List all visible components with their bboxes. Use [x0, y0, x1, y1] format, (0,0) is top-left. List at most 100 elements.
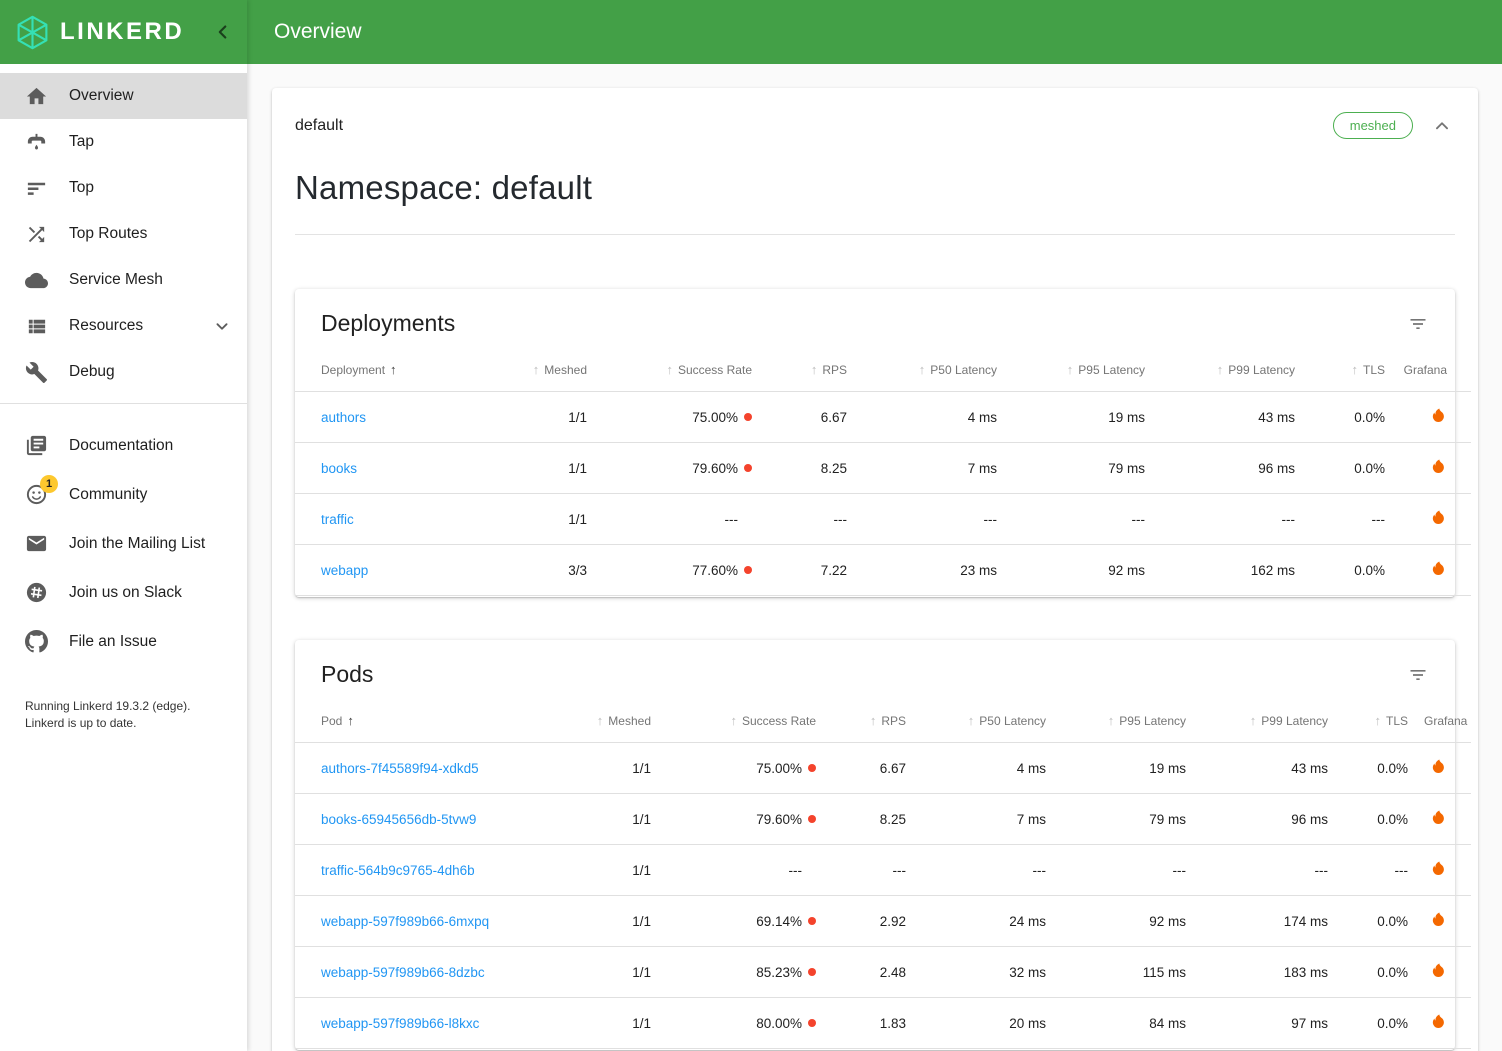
pod-link[interactable]: books-65945656db-5tvw9 — [321, 812, 476, 827]
sidebar-collapse-button[interactable] — [209, 18, 237, 46]
table-row: books-65945656db-5tvw9 1/1 79.60% 8.25 7… — [295, 794, 1471, 845]
tls-cell: 0.0% — [1303, 392, 1393, 443]
pod-link[interactable]: webapp-597f989b66-8dzbc — [321, 965, 485, 980]
meshed-cell: 1/1 — [487, 392, 595, 443]
sidebar-item-documentation[interactable]: Documentation — [0, 421, 247, 470]
deployments-filter-button[interactable] — [1405, 311, 1431, 337]
meshed-cell: 1/1 — [553, 947, 659, 998]
grafana-icon[interactable] — [1430, 560, 1447, 577]
grafana-icon[interactable] — [1430, 758, 1447, 775]
pod-link[interactable]: traffic-564b9c9765-4dh6b — [321, 863, 475, 878]
pod-link[interactable]: webapp-597f989b66-6mxpq — [321, 914, 489, 929]
alert-dot — [744, 464, 752, 472]
sidebar-header: LINKERD — [0, 0, 247, 64]
p50-cell: --- — [914, 845, 1054, 896]
slack-icon — [25, 581, 48, 604]
column-header-p50[interactable]: ↑P50 Latency — [914, 705, 1054, 743]
sidebar-item-mailing-list[interactable]: Join the Mailing List — [0, 519, 247, 568]
sort-arrow-icon: ↑ — [1108, 713, 1115, 728]
table-row: traffic 1/1 --- --- --- --- --- --- — [295, 494, 1471, 545]
sidebar-item-top-routes[interactable]: Top Routes — [0, 211, 247, 257]
sidebar-divider — [0, 403, 247, 404]
p99-cell: 174 ms — [1194, 896, 1336, 947]
column-header-tls[interactable]: ↑TLS — [1336, 705, 1416, 743]
sidebar-item-service-mesh[interactable]: Service Mesh — [0, 257, 247, 303]
mail-icon — [25, 532, 48, 555]
success-rate-cell: 77.60% — [595, 545, 760, 596]
success-rate-cell: 79.60% — [659, 794, 824, 845]
column-header-tls[interactable]: ↑TLS — [1303, 354, 1393, 392]
collapse-card-button[interactable] — [1429, 113, 1455, 139]
column-header-p99[interactable]: ↑P99 Latency — [1153, 354, 1303, 392]
column-header-p99[interactable]: ↑P99 Latency — [1194, 705, 1336, 743]
column-header-p95[interactable]: ↑P95 Latency — [1054, 705, 1194, 743]
pods-filter-button[interactable] — [1405, 662, 1431, 688]
deployment-link[interactable]: webapp — [321, 563, 368, 578]
grafana-icon[interactable] — [1430, 509, 1447, 526]
list-icon — [25, 315, 48, 338]
pod-link[interactable]: authors-7f45589f94-xdkd5 — [321, 761, 479, 776]
grafana-icon[interactable] — [1430, 1013, 1447, 1030]
sort-arrow-icon: ↑ — [1374, 713, 1381, 728]
sidebar: LINKERD Overview Tap Top Top Routes Serv… — [0, 0, 247, 1051]
p50-cell: 32 ms — [914, 947, 1054, 998]
column-header-pod[interactable]: Pod↑ — [295, 705, 553, 743]
pod-link[interactable]: webapp-597f989b66-l8kxc — [321, 1016, 479, 1031]
sidebar-item-debug[interactable]: Debug — [0, 349, 247, 395]
deployment-link[interactable]: traffic — [321, 512, 354, 527]
grafana-icon[interactable] — [1430, 407, 1447, 424]
sort-arrow-icon: ↑ — [1250, 713, 1257, 728]
namespace-card-header: default meshed — [295, 112, 1455, 139]
grafana-icon[interactable] — [1430, 458, 1447, 475]
sidebar-item-top[interactable]: Top — [0, 165, 247, 211]
sort-arrow-icon: ↑ — [870, 713, 877, 728]
sidebar-item-overview[interactable]: Overview — [0, 73, 247, 119]
grafana-icon[interactable] — [1430, 962, 1447, 979]
chevron-left-icon — [212, 21, 234, 43]
pods-title: Pods — [321, 661, 373, 688]
namespace-name: default — [295, 117, 343, 135]
p50-cell: --- — [855, 494, 1005, 545]
column-header-success-rate[interactable]: ↑Success Rate — [659, 705, 824, 743]
column-header-rps[interactable]: ↑RPS — [760, 354, 855, 392]
grafana-icon[interactable] — [1430, 911, 1447, 928]
p99-cell: 43 ms — [1194, 743, 1336, 794]
section-divider — [295, 234, 1455, 235]
sort-arrow-icon: ↑ — [390, 362, 397, 377]
tls-cell: 0.0% — [1303, 443, 1393, 494]
app-bar: Overview — [247, 0, 1502, 64]
smiley-icon: 1 — [25, 483, 48, 506]
success-rate-cell: 79.60% — [595, 443, 760, 494]
chevron-down-icon[interactable] — [211, 315, 233, 337]
grafana-icon[interactable] — [1430, 809, 1447, 826]
page-title: Overview — [274, 20, 362, 44]
version-line: Running Linkerd 19.3.2 (edge). — [25, 698, 229, 715]
sort-arrow-icon: ↑ — [597, 713, 604, 728]
deployment-link[interactable]: books — [321, 461, 357, 476]
sidebar-item-slack[interactable]: Join us on Slack — [0, 568, 247, 617]
column-header-p95[interactable]: ↑P95 Latency — [1005, 354, 1153, 392]
pods-card: Pods Pod↑ ↑Meshed ↑Success Rate — [295, 640, 1455, 1050]
column-header-deployment[interactable]: Deployment↑ — [295, 354, 487, 392]
column-header-meshed[interactable]: ↑Meshed — [487, 354, 595, 392]
rps-cell: 1.83 — [824, 998, 914, 1049]
chevron-up-icon — [1431, 115, 1453, 137]
grafana-icon[interactable] — [1430, 860, 1447, 877]
sidebar-item-resources[interactable]: Resources — [0, 303, 247, 349]
column-header-success-rate[interactable]: ↑Success Rate — [595, 354, 760, 392]
deployment-link[interactable]: authors — [321, 410, 366, 425]
sidebar-item-tap[interactable]: Tap — [0, 119, 247, 165]
success-rate-cell: --- — [595, 494, 760, 545]
column-header-meshed[interactable]: ↑Meshed — [553, 705, 659, 743]
sidebar-item-community[interactable]: 1 Community — [0, 470, 247, 519]
p95-cell: 92 ms — [1005, 545, 1153, 596]
alert-dot — [808, 968, 816, 976]
top-bars-icon — [25, 177, 48, 200]
rps-cell: 8.25 — [760, 443, 855, 494]
sidebar-item-file-issue[interactable]: File an Issue — [0, 617, 247, 666]
column-header-p50[interactable]: ↑P50 Latency — [855, 354, 1005, 392]
table-row: authors 1/1 75.00% 6.67 4 ms 19 ms 43 ms… — [295, 392, 1471, 443]
filter-icon — [1408, 665, 1428, 685]
linkerd-logo[interactable]: LINKERD — [14, 14, 184, 51]
column-header-rps[interactable]: ↑RPS — [824, 705, 914, 743]
